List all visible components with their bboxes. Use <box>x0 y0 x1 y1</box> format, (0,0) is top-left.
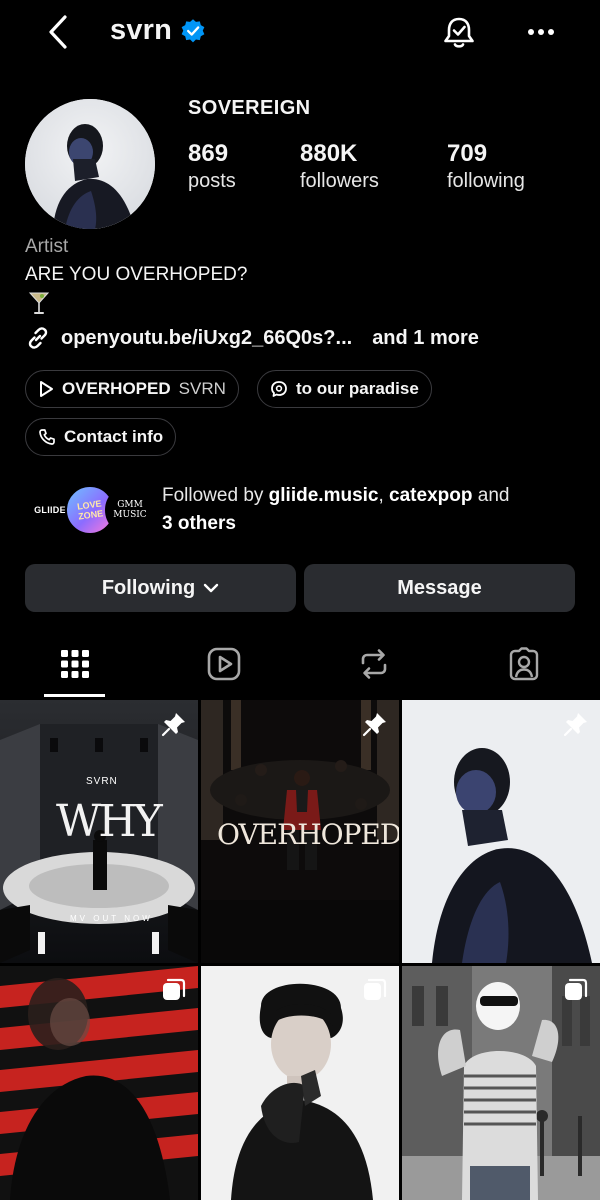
threads-label: to our paradise <box>296 379 419 398</box>
message-label: Message <box>397 576 482 599</box>
why-artist-label: SVRN <box>86 776 118 787</box>
bio-text: ARE YOU OVERHOPED? <box>25 264 248 285</box>
post-tile-gloves[interactable] <box>201 966 399 1200</box>
grid-icon <box>61 650 89 678</box>
followed-by-user-catexpop[interactable]: catexpop <box>389 485 472 506</box>
carousel-icon <box>565 978 588 1000</box>
threads-chip[interactable]: to our paradise <box>257 370 432 408</box>
tagged-person-icon <box>509 647 539 681</box>
followed-by-others[interactable]: 3 others <box>162 513 236 534</box>
following-count[interactable]: 709 following <box>447 140 525 193</box>
pinned-icon <box>362 713 386 737</box>
message-button[interactable]: Message <box>304 564 575 612</box>
pinned-icon <box>161 713 185 737</box>
more-options-button[interactable] <box>522 18 560 46</box>
gmm-logo-text: GMM MUSIC <box>113 500 147 520</box>
username: svrn <box>110 14 173 46</box>
tab-posts-grid[interactable] <box>55 644 95 684</box>
profile-category: Artist <box>25 236 69 257</box>
play-icon <box>40 381 53 397</box>
music-title: OVERHOPED <box>62 379 171 398</box>
posts-grid: SVRN WHY MV OUT NOW OVERHOPED <box>0 700 600 1200</box>
followed-by-text: Followed by gliide.music, catexpop and 3… <box>162 482 582 538</box>
cocktail-glass-icon <box>28 292 50 314</box>
followed-by-user-gliide[interactable]: gliide.music <box>269 485 379 506</box>
link-icon <box>28 327 48 349</box>
why-title: WHY <box>56 796 163 847</box>
posts-label: posts <box>188 170 236 192</box>
followed-by-separator: , <box>378 485 384 506</box>
mutual-followers[interactable]: GLIIDE LOVE ZONE GMM MUSIC Followed by g… <box>25 482 585 542</box>
posts-value: 869 <box>188 140 229 167</box>
music-artist: SVRN <box>178 379 226 398</box>
post-tile-portrait[interactable] <box>402 700 600 963</box>
followers-value: 880K <box>300 140 358 167</box>
more-horizontal-icon <box>528 29 554 35</box>
followers-label: followers <box>300 170 379 192</box>
username-header: svrn <box>110 14 206 47</box>
phone-icon <box>39 429 55 445</box>
carousel-icon <box>163 978 186 1000</box>
chevron-down-icon <box>203 583 219 593</box>
reels-icon <box>207 647 241 681</box>
post-tile-why[interactable]: SVRN WHY MV OUT NOW <box>0 700 198 963</box>
top-bar: svrn <box>0 0 600 64</box>
chevron-left-icon <box>49 15 67 49</box>
carousel-icon <box>364 978 387 1000</box>
following-label: following <box>447 170 525 192</box>
music-chip[interactable]: OVERHOPED SVRN <box>25 370 239 408</box>
pinned-icon <box>563 713 587 737</box>
notifications-bell-button[interactable] <box>440 14 478 52</box>
posts-count[interactable]: 869 posts <box>188 140 236 193</box>
profile-avatar[interactable] <box>25 99 155 229</box>
following-value: 709 <box>447 140 488 167</box>
tab-tagged[interactable] <box>504 644 544 684</box>
followed-by-prefix: Followed by <box>162 485 264 506</box>
gliide-logo-text: GLIIDE <box>34 505 66 515</box>
following-button[interactable]: Following <box>25 564 296 612</box>
bio-link[interactable]: openyoutu.be/iUxg2_66Q0s?... and 1 more <box>25 325 479 351</box>
contact-info-chip[interactable]: Contact info <box>25 418 177 456</box>
why-caption: MV OUT NOW <box>70 914 153 923</box>
back-button[interactable] <box>40 12 76 52</box>
profile-tabs <box>0 640 600 698</box>
post-image-portrait <box>402 700 600 963</box>
link-more: and 1 more <box>372 326 479 349</box>
tab-reels[interactable] <box>204 644 244 684</box>
cocktail-emoji <box>28 290 50 316</box>
active-tab-indicator <box>44 694 105 697</box>
mutual-avatar-gmm: GMM MUSIC <box>105 485 155 535</box>
link-text: openyoutu.be/iUxg2_66Q0s?... <box>61 326 353 349</box>
threads-icon <box>271 381 287 397</box>
overhoped-title: OVERHOPED <box>217 818 399 851</box>
avatar-photo <box>25 99 155 229</box>
followed-by-and: and <box>477 485 510 506</box>
post-tile-overhoped[interactable]: OVERHOPED <box>201 700 399 963</box>
post-tile-street[interactable] <box>402 966 600 1200</box>
display-name: SOVEREIGN <box>188 97 311 119</box>
tab-reposts[interactable] <box>354 644 394 684</box>
repost-icon <box>361 649 387 679</box>
bell-check-icon <box>444 17 474 48</box>
post-tile-red-stripes[interactable] <box>0 966 198 1200</box>
contact-info-label: Contact info <box>64 427 164 446</box>
followers-count[interactable]: 880K followers <box>300 140 379 193</box>
verified-badge-icon <box>181 18 205 42</box>
following-label: Following <box>101 576 196 599</box>
